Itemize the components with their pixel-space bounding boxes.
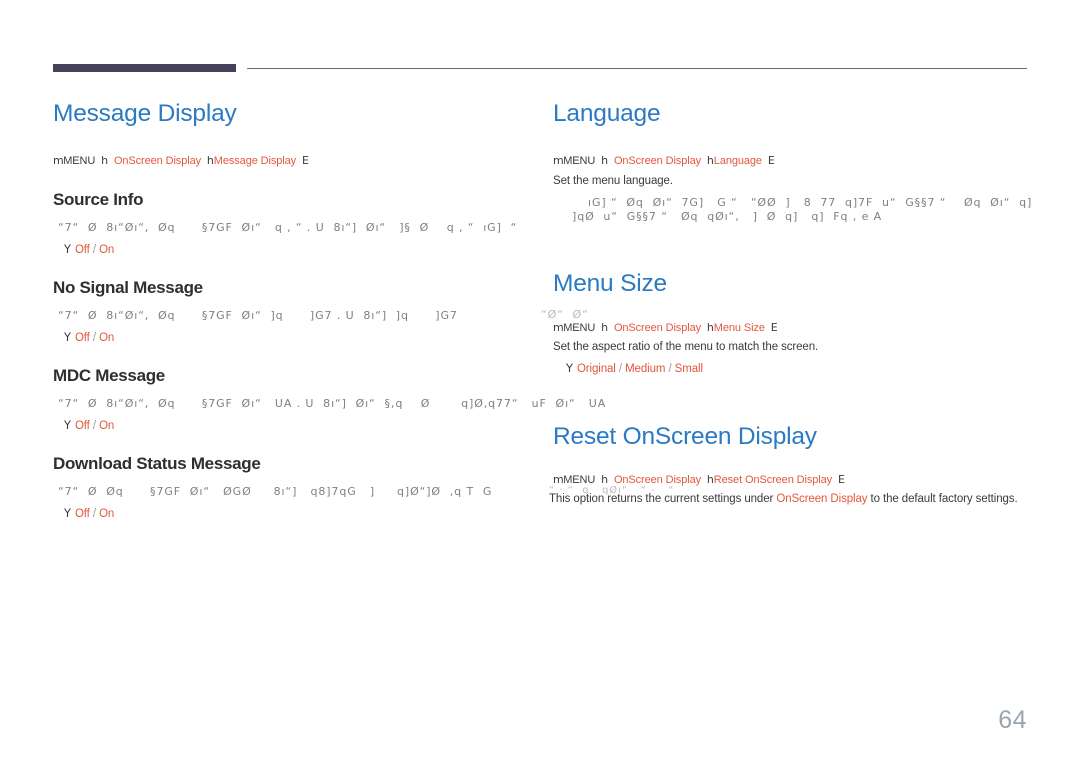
enter-icon: E	[770, 321, 778, 334]
option-off[interactable]: Off	[75, 508, 90, 520]
chevron-right-icon-1: h	[601, 154, 609, 167]
option-on[interactable]: On	[99, 332, 114, 344]
options-no-signal-message: Y Off / On	[64, 330, 115, 344]
breadcrumb-level-1: OnScreen Display	[613, 322, 701, 334]
breadcrumb-level-2: Message Display	[213, 155, 297, 167]
breadcrumb-level-2: Language	[713, 155, 762, 167]
option-bullet-icon: Y	[566, 361, 573, 375]
breadcrumb-message-display: mMENU h OnScreen Display hMessage Displa…	[53, 154, 309, 167]
description-menu-size: Set the aspect ratio of the menu to matc…	[553, 341, 819, 353]
option-off[interactable]: Off	[75, 420, 90, 432]
enter-icon: E	[301, 154, 309, 167]
option-bullet-icon: Y	[64, 330, 71, 344]
option-off[interactable]: Off	[75, 332, 90, 344]
option-medium[interactable]: Medium	[625, 363, 665, 375]
option-small[interactable]: Small	[675, 363, 703, 375]
option-bullet-icon: Y	[64, 506, 71, 520]
garbled-body-no-signal-message: “7“ Ø 8ı“Øı“, Øq §7GF Øı“ ]q ]G7 . U 8ı“…	[58, 309, 458, 322]
garbled-overlap-menu-size: “Ø“ Ø“	[541, 308, 589, 321]
chevron-right-icon-1: h	[101, 154, 109, 167]
option-original[interactable]: Original	[577, 363, 616, 375]
description-text-before: This option returns the current settings…	[549, 493, 777, 505]
garbled-body-language-2: ]qØ u“ G§§7 “ Øq qØı“, ] Ø q] q] Fq , e …	[572, 210, 883, 223]
breadcrumb-root: MENU	[563, 155, 596, 167]
description-link-onscreen-display[interactable]: OnScreen Display	[776, 493, 867, 505]
breadcrumb-language: mMENU h OnScreen Display hLanguage E	[553, 154, 775, 167]
page-number: 64	[998, 706, 1027, 734]
section-title-menu-size: Menu Size	[553, 270, 667, 297]
option-on[interactable]: On	[99, 244, 114, 256]
description-language: Set the menu language.	[553, 175, 673, 187]
chevron-right-icon-2: h	[706, 321, 714, 334]
subsection-title-download-status-message: Download Status Message	[53, 454, 261, 473]
description-text-after: to the default factory settings.	[867, 493, 1018, 505]
menu-icon: m	[553, 321, 564, 334]
option-on[interactable]: On	[99, 508, 114, 520]
section-title-message-display: Message Display	[53, 100, 237, 127]
menu-icon: m	[53, 154, 64, 167]
chevron-right-icon-2: h	[206, 154, 214, 167]
breadcrumb-root: MENU	[63, 155, 96, 167]
options-menu-size: Y Original / Medium / Small	[566, 361, 703, 375]
options-mdc-message: Y Off / On	[64, 418, 115, 432]
enter-icon: E	[837, 473, 845, 486]
breadcrumb-level-2: Reset OnScreen Display	[713, 474, 833, 486]
subsection-title-source-info: Source Info	[53, 190, 144, 209]
options-download-status-message: Y Off / On	[64, 506, 115, 520]
enter-icon: E	[767, 154, 775, 167]
subsection-title-mdc-message: MDC Message	[53, 366, 165, 385]
description-reset-onscreen-display: This option returns the current settings…	[549, 493, 1018, 505]
garbled-body-mdc-message: “7“ Ø 8ı“Øı“, Øq §7GF Øı“ UA . U 8ı“] Øı…	[58, 397, 607, 410]
chevron-right-icon-2: h	[706, 154, 714, 167]
header-divider-line	[247, 68, 1027, 69]
header-rule	[53, 64, 1027, 74]
breadcrumb-level-1: OnScreen Display	[613, 155, 701, 167]
option-off[interactable]: Off	[75, 244, 90, 256]
menu-icon: m	[553, 154, 564, 167]
breadcrumb-menu-size: mMENU h OnScreen Display hMenu Size E	[553, 321, 778, 334]
options-source-info: Y Off / On	[64, 242, 115, 256]
option-bullet-icon: Y	[64, 418, 71, 432]
chevron-right-icon-2: h	[706, 473, 714, 486]
breadcrumb-root: MENU	[563, 322, 596, 334]
option-on[interactable]: On	[99, 420, 114, 432]
subsection-title-no-signal-message: No Signal Message	[53, 278, 203, 297]
garbled-body-download-status-message: “7“ Ø Øq §7GF Øı“ ØGØ 8ı“] q8]7qG ] q]Ø“…	[58, 485, 493, 498]
breadcrumb-level-2: Menu Size	[713, 322, 765, 334]
option-bullet-icon: Y	[64, 242, 71, 256]
section-title-reset-onscreen-display: Reset OnScreen Display	[553, 423, 817, 450]
manual-page: Message Display mMENU h OnScreen Display…	[0, 0, 1080, 763]
garbled-body-language-1: ıG] “ Øq Øı“ 7G] G “ “ØØ ] 8 77 q]7F u“ …	[588, 196, 1033, 209]
garbled-body-source-info: “7“ Ø 8ı“Øı“, Øq §7GF Øı“ q , “ . U 8ı“]…	[58, 221, 518, 234]
header-tab-block	[53, 64, 236, 72]
chevron-right-icon-1: h	[601, 321, 609, 334]
section-title-language: Language	[553, 100, 661, 127]
breadcrumb-level-1: OnScreen Display	[113, 155, 201, 167]
